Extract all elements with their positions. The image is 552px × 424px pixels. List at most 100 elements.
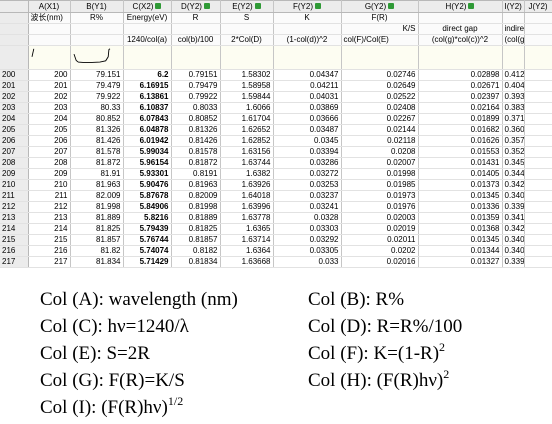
meta-cell[interactable]: K [273, 12, 342, 24]
cell-h[interactable]: 0.01373 [418, 179, 503, 191]
cell-i[interactable]: 0.33998 [502, 201, 525, 213]
row-number[interactable]: 216 [0, 245, 29, 257]
row-number[interactable]: 204 [0, 113, 29, 125]
cell-h[interactable]: 0.01327 [418, 256, 503, 268]
cell-g[interactable]: 0.0208 [341, 146, 419, 158]
sparkline-cell-b[interactable] [70, 45, 124, 70]
meta-cell[interactable]: 1240/col(a) [123, 34, 172, 46]
cell-i[interactable]: 0.3459 [502, 157, 525, 169]
row-number[interactable]: 205 [0, 124, 29, 136]
cell-c[interactable]: 6.10837 [123, 102, 172, 114]
cell-i[interactable]: 0.342 [502, 223, 525, 235]
cell-j[interactable] [524, 212, 552, 224]
cell-c[interactable]: 6.04878 [123, 124, 172, 136]
cell-j[interactable] [524, 69, 552, 81]
cell-a[interactable]: 202 [28, 91, 71, 103]
meta-cell[interactable] [171, 23, 221, 35]
row-number[interactable]: 202 [0, 91, 29, 103]
cell-b[interactable]: 81.82 [70, 245, 124, 257]
cell-a[interactable]: 212 [28, 201, 71, 213]
cell-d[interactable]: 0.81857 [171, 234, 221, 246]
cell-c[interactable]: 6.07843 [123, 113, 172, 125]
meta-cell[interactable]: col(F)/Col(E) [341, 34, 419, 46]
cell-b[interactable]: 80.852 [70, 113, 124, 125]
meta-cell[interactable]: col(b)/100 [171, 34, 221, 46]
cell-a[interactable]: 203 [28, 102, 71, 114]
cell-b[interactable]: 81.326 [70, 124, 124, 136]
cell-j[interactable] [524, 245, 552, 257]
row-number[interactable]: 213 [0, 212, 29, 224]
cell-d[interactable]: 0.81872 [171, 157, 221, 169]
cell-a[interactable]: 210 [28, 179, 71, 191]
cell-i[interactable]: 0.34055 [502, 190, 525, 202]
cell-f[interactable]: 0.04031 [273, 91, 342, 103]
cell-j[interactable] [524, 113, 552, 125]
meta-cell[interactable] [418, 12, 503, 24]
cell-j[interactable] [524, 234, 552, 246]
cell-f[interactable]: 0.033 [273, 256, 342, 268]
cell-i[interactable]: 0.33944 [502, 256, 525, 268]
worksheet-grid[interactable]: A(X1) B(Y1) C(X2) D(Y2) E(Y2) F(Y2) G(Y2… [0, 0, 552, 268]
cell-d[interactable]: 0.81889 [171, 212, 221, 224]
formula-lock-icon[interactable] [254, 3, 261, 10]
cell-d[interactable]: 0.81825 [171, 223, 221, 235]
cell-d[interactable]: 0.8182 [171, 245, 221, 257]
cell-d[interactable]: 0.82009 [171, 190, 221, 202]
column-header-j[interactable]: J(Y2) [524, 0, 552, 13]
cell-e[interactable]: 1.61704 [220, 113, 274, 125]
cell-h[interactable]: 0.01344 [418, 245, 503, 257]
meta-cell[interactable] [70, 23, 124, 35]
column-header-h[interactable]: H(Y2) [418, 0, 503, 13]
cell-c[interactable]: 5.96154 [123, 157, 172, 169]
cell-f[interactable]: 0.03237 [273, 190, 342, 202]
formula-lock-icon[interactable] [155, 3, 162, 10]
cell-c[interactable]: 5.79439 [123, 223, 172, 235]
formula-lock-icon[interactable] [468, 3, 475, 10]
meta-cell[interactable]: (col(g)*col(c))^(0.5) [502, 34, 525, 46]
cell-c[interactable]: 6.16915 [123, 80, 172, 92]
cell-i[interactable]: 0.35299 [502, 146, 525, 158]
cell-d[interactable]: 0.8191 [171, 168, 221, 180]
cell-i[interactable]: 0.34053 [502, 234, 525, 246]
cell-d[interactable]: 0.79922 [171, 91, 221, 103]
column-header-i[interactable]: I(Y2) [502, 0, 525, 13]
cell-a[interactable]: 215 [28, 234, 71, 246]
cell-g[interactable]: 0.02016 [341, 256, 419, 268]
cell-j[interactable] [524, 201, 552, 213]
cell-b[interactable]: 81.963 [70, 179, 124, 191]
cell-d[interactable]: 0.81834 [171, 256, 221, 268]
cell-f[interactable]: 0.0345 [273, 135, 342, 147]
cell-c[interactable]: 5.99034 [123, 146, 172, 158]
row-number[interactable]: 210 [0, 179, 29, 191]
cell-g[interactable]: 0.01973 [341, 190, 419, 202]
cell-g[interactable]: 0.02267 [341, 113, 419, 125]
cell-a[interactable]: 214 [28, 223, 71, 235]
cell-i[interactable]: 0.37124 [502, 113, 525, 125]
cell-g[interactable]: 0.01985 [341, 179, 419, 191]
column-header-f[interactable]: F(Y2) [273, 0, 342, 13]
cell-b[interactable]: 81.91 [70, 168, 124, 180]
cell-f[interactable]: 0.03286 [273, 157, 342, 169]
meta-cell[interactable]: 2*Col(D) [220, 34, 274, 46]
cell-i[interactable]: 0.39347 [502, 91, 525, 103]
cell-e[interactable]: 1.58302 [220, 69, 274, 81]
meta-cell[interactable] [418, 45, 503, 70]
meta-cell[interactable]: Energy(eV) [123, 12, 172, 24]
cell-b[interactable]: 79.922 [70, 91, 124, 103]
meta-cell[interactable] [502, 12, 525, 24]
meta-cell[interactable] [524, 45, 552, 70]
cell-b[interactable]: 81.872 [70, 157, 124, 169]
cell-d[interactable]: 0.81998 [171, 201, 221, 213]
cell-a[interactable]: 206 [28, 135, 71, 147]
formula-lock-icon[interactable] [388, 3, 395, 10]
cell-f[interactable]: 0.03303 [273, 223, 342, 235]
cell-e[interactable]: 1.6365 [220, 223, 274, 235]
sparkline-cell-a[interactable] [28, 45, 71, 70]
cell-e[interactable]: 1.62652 [220, 124, 274, 136]
cell-a[interactable]: 209 [28, 168, 71, 180]
cell-f[interactable]: 0.03241 [273, 201, 342, 213]
column-header-g[interactable]: G(Y2) [341, 0, 419, 13]
row-number[interactable]: 207 [0, 146, 29, 158]
cell-i[interactable]: 0.34146 [502, 212, 525, 224]
cell-j[interactable] [524, 157, 552, 169]
